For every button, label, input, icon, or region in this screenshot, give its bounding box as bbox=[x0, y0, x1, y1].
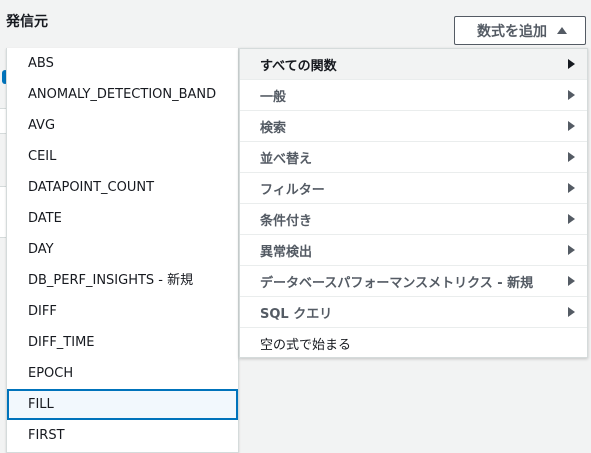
category-general[interactable]: 一般 bbox=[240, 80, 587, 111]
caret-right-icon bbox=[568, 152, 575, 162]
function-item-datapoint-count[interactable]: DATAPOINT_COUNT bbox=[7, 172, 238, 203]
add-math-label: 数式を追加 bbox=[477, 23, 547, 40]
category-sort[interactable]: 並べ替え bbox=[240, 142, 587, 173]
category-label: 空の式で始まる bbox=[260, 338, 352, 353]
category-label: 条件付き bbox=[260, 213, 313, 229]
source-label: 発信元 bbox=[6, 14, 48, 30]
function-item-epoch[interactable]: EPOCH bbox=[7, 358, 238, 389]
category-label: フィルター bbox=[260, 182, 325, 198]
category-label: 検索 bbox=[260, 120, 287, 136]
caret-right-icon bbox=[568, 59, 575, 69]
category-label: 並べ替え bbox=[260, 151, 313, 167]
function-item-day[interactable]: DAY bbox=[7, 234, 238, 265]
function-item-avg[interactable]: AVG bbox=[7, 110, 238, 141]
caret-right-icon bbox=[568, 121, 575, 131]
caret-right-icon bbox=[568, 183, 575, 193]
category-filter[interactable]: フィルター bbox=[240, 173, 587, 204]
category-label: SQL クエリ bbox=[260, 306, 333, 322]
function-item-fill[interactable]: FILL bbox=[7, 389, 238, 420]
category-label: すべての関数 bbox=[260, 58, 337, 74]
category-label: 一般 bbox=[260, 89, 287, 105]
function-item-abs[interactable]: ABS bbox=[7, 48, 238, 79]
category-label: 異常検出 bbox=[260, 244, 313, 260]
category-search[interactable]: 検索 bbox=[240, 111, 587, 142]
caret-right-icon bbox=[568, 245, 575, 255]
caret-right-icon bbox=[568, 307, 575, 317]
function-item-ceil[interactable]: CEIL bbox=[7, 141, 238, 172]
category-sql-query[interactable]: SQL クエリ bbox=[240, 297, 587, 328]
function-item-date[interactable]: DATE bbox=[7, 203, 238, 234]
category-all-functions[interactable]: すべての関数 bbox=[240, 49, 587, 80]
function-item-first[interactable]: FIRST bbox=[7, 420, 238, 451]
caret-right-icon bbox=[568, 214, 575, 224]
category-start-empty-expression[interactable]: 空の式で始まる bbox=[240, 328, 587, 359]
category-anomaly-detection[interactable]: 異常検出 bbox=[240, 235, 587, 266]
category-menu[interactable]: すべての関数 一般 検索 並べ替え フィルター 条件付き 異常検出 データベース… bbox=[239, 48, 588, 358]
function-item-anomaly-detection-band[interactable]: ANOMALY_DETECTION_BAND bbox=[7, 79, 238, 110]
category-db-performance-metrics[interactable]: データベースパフォーマンスメトリクス - 新規 bbox=[240, 266, 587, 297]
function-item-db-perf-insights[interactable]: DB_PERF_INSIGHTS - 新規 bbox=[7, 265, 238, 296]
add-math-button[interactable]: 数式を追加 bbox=[454, 16, 586, 45]
caret-right-icon bbox=[568, 90, 575, 100]
category-conditional[interactable]: 条件付き bbox=[240, 204, 587, 235]
function-list[interactable]: ABS ANOMALY_DETECTION_BAND AVG CEIL DATA… bbox=[6, 48, 239, 453]
function-item-diff[interactable]: DIFF bbox=[7, 296, 238, 327]
category-label: データベースパフォーマンスメトリクス - 新規 bbox=[260, 275, 534, 291]
function-item-diff-time[interactable]: DIFF_TIME bbox=[7, 327, 238, 358]
triangle-up-icon bbox=[557, 27, 567, 34]
caret-right-icon bbox=[568, 276, 575, 286]
